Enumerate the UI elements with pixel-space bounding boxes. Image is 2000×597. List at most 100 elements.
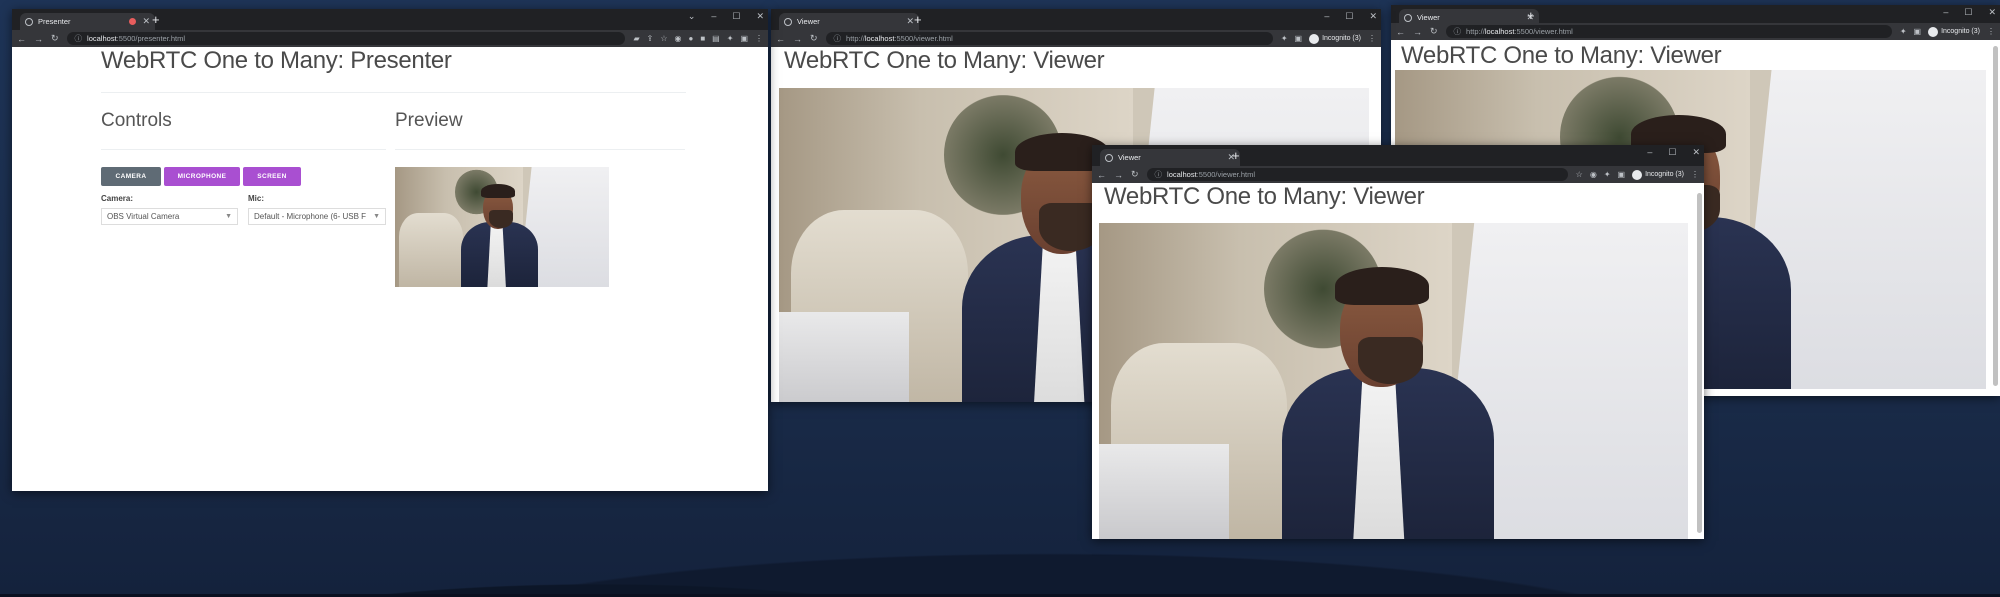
reload-icon[interactable]: ↻ [810,33,818,44]
incognito-badge[interactable]: Incognito (3) [1309,33,1361,44]
star-icon[interactable]: ☆ [660,34,667,43]
tab-viewer[interactable]: Viewer ✕ [779,13,919,30]
url-text: http://localhost:5500/viewer.html [846,34,953,43]
extensions-icon[interactable]: ✦ [1604,170,1611,179]
tab-presenter[interactable]: Presenter ✕ [20,13,155,30]
browser-toolbar: ← → ↻ ⓘ http://localhost:5500/viewer.htm… [771,30,1381,47]
share-icon[interactable]: ⇪ [647,34,654,43]
maximize-icon[interactable]: ☐ [1964,7,1972,18]
extension-icon[interactable]: ◉ [1590,170,1597,179]
close-icon[interactable]: ✕ [1988,7,1996,18]
more-icon[interactable]: ⋮ [1368,34,1376,43]
incognito-badge[interactable]: Incognito (3) [1928,26,1980,37]
extension-icon[interactable]: ● [688,34,693,43]
divider [395,149,685,150]
reload-icon[interactable]: ↻ [1430,26,1438,37]
tab-title: Viewer [797,17,820,26]
chevron-down-icon: ▼ [225,213,232,220]
mic-label: Mic: [248,194,264,203]
sidebar-icon[interactable]: ▣ [740,34,748,43]
sidebar-icon[interactable]: ▣ [1295,34,1303,43]
forward-icon[interactable]: → [793,34,802,44]
minimize-icon[interactable]: – [711,11,716,22]
plus-icon[interactable]: + [914,12,922,27]
camera-select-value: OBS Virtual Camera [107,212,180,221]
plus-icon[interactable]: + [1527,8,1535,23]
info-icon: ⓘ [1453,27,1462,36]
maximize-icon[interactable]: ☐ [1668,147,1676,158]
more-icon[interactable]: ⋮ [755,34,763,43]
local-preview-video [395,167,609,287]
close-icon[interactable]: ✕ [756,11,764,22]
extension-icon[interactable]: ▤ [712,34,720,43]
close-icon[interactable]: ✕ [142,16,150,27]
back-icon[interactable]: ← [17,34,26,44]
tab-strip: Viewer ✕ + – ☐ ✕ [771,9,1381,30]
tab-strip: Viewer ✕ + – ☐ ✕ [1092,145,1704,166]
browser-toolbar: ← → ↻ ⓘ localhost:5500/viewer.html ☆ ◉ ✦… [1092,166,1704,183]
camera-in-use-icon[interactable]: ▰ [633,34,639,43]
back-icon[interactable]: ← [1396,27,1405,37]
extension-icon[interactable]: ■ [700,34,705,43]
info-icon: ⓘ [833,34,842,43]
address-bar[interactable]: ⓘ http://localhost:5500/viewer.html [1445,25,1892,38]
window-controls: – ☐ ✕ [1647,147,1700,158]
maximize-icon[interactable]: ☐ [1345,11,1353,22]
plus-icon[interactable]: + [152,12,160,27]
controls-heading: Controls [101,110,172,131]
camera-label: Camera: [101,194,134,203]
close-icon[interactable]: ✕ [906,16,914,27]
minimize-icon[interactable]: – [1324,11,1329,22]
incognito-icon [1309,33,1320,44]
close-icon[interactable]: ✕ [1369,11,1377,22]
address-bar[interactable]: ⓘ localhost:5500/presenter.html [66,32,626,45]
back-icon[interactable]: ← [776,34,785,44]
minimize-icon[interactable]: – [1943,7,1948,18]
recording-icon [129,18,137,25]
microphone-button[interactable]: MICROPHONE [164,167,240,186]
incognito-label: Incognito (3) [1645,171,1684,178]
reload-icon[interactable]: ↻ [51,33,59,44]
more-icon[interactable]: ⋮ [1691,170,1699,179]
scrollbar[interactable] [1993,46,1998,386]
presenter-window: Presenter ✕ + ⌄ – ☐ ✕ ← → ↻ ⓘ localhost:… [12,9,768,491]
tab-title: Presenter [38,17,71,26]
forward-icon[interactable]: → [1114,170,1123,180]
extensions-icon[interactable]: ✦ [727,34,734,43]
extensions-icon[interactable]: ✦ [1281,34,1288,43]
remote-video [1099,223,1688,539]
maximize-icon[interactable]: ☐ [732,11,740,22]
reload-icon[interactable]: ↻ [1131,169,1139,180]
sidebar-icon[interactable]: ▣ [1914,27,1922,36]
incognito-badge[interactable]: Incognito (3) [1632,169,1684,180]
viewer-window-3: Viewer ✕ + – ☐ ✕ ← → ↻ ⓘ localhost:5500/… [1092,145,1704,539]
forward-icon[interactable]: → [1413,27,1422,37]
divider [101,149,386,150]
mic-select[interactable]: Default - Microphone (6- USB F ▼ [248,208,386,225]
divider [101,92,686,93]
sidebar-icon[interactable]: ▣ [1618,170,1626,179]
chevron-down-icon[interactable]: ⌄ [688,11,696,22]
more-icon[interactable]: ⋮ [1987,27,1995,36]
extensions-icon[interactable]: ✦ [1900,27,1907,36]
page-title: WebRTC One to Many: Presenter [101,47,452,74]
plus-icon[interactable]: + [1232,148,1240,163]
address-bar[interactable]: ⓘ http://localhost:5500/viewer.html [825,32,1273,45]
back-icon[interactable]: ← [1097,170,1106,180]
forward-icon[interactable]: → [34,34,43,44]
url-text: localhost:5500/presenter.html [87,34,186,43]
camera-button[interactable]: CAMERA [101,167,161,186]
tab-viewer[interactable]: Viewer ✕ [1100,149,1240,166]
screen-button[interactable]: SCREEN [243,167,301,186]
minimize-icon[interactable]: – [1647,147,1652,158]
extension-icon[interactable]: ◉ [675,34,682,43]
scrollbar[interactable] [1697,193,1702,533]
close-icon[interactable]: ✕ [1692,147,1700,158]
page-content: WebRTC One to Many: Viewer [1092,183,1704,539]
page-title: WebRTC One to Many: Viewer [784,47,1105,74]
address-bar[interactable]: ⓘ localhost:5500/viewer.html [1146,168,1568,181]
star-icon[interactable]: ☆ [1576,170,1583,179]
incognito-icon [1928,26,1939,37]
info-icon: ⓘ [74,34,83,43]
camera-select[interactable]: OBS Virtual Camera ▼ [101,208,238,225]
